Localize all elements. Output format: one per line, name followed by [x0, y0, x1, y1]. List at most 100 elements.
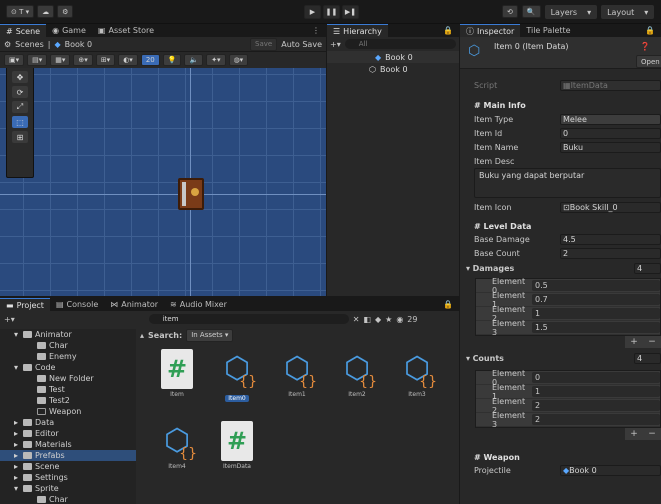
rect-tool-icon[interactable]: ⬚: [12, 116, 28, 128]
render-mode-dropdown[interactable]: ▤▾: [27, 54, 48, 66]
mode-2d-button[interactable]: 20: [140, 54, 160, 66]
tab-hierarchy[interactable]: ☰ Hierarchy: [327, 24, 388, 37]
folder-tree-item[interactable]: ▾ Code: [0, 362, 136, 373]
base-count-field[interactable]: 2: [560, 248, 661, 259]
add-asset-button[interactable]: +▾: [4, 315, 15, 324]
folder-tree-item[interactable]: ▾ Animator: [0, 329, 136, 340]
folder-tree-item[interactable]: Test2: [0, 395, 136, 406]
asset-item[interactable]: ⬡{} Item0: [208, 349, 266, 402]
lock-icon[interactable]: 🔒: [437, 298, 459, 311]
asset-item[interactable]: # ItemData: [208, 421, 266, 470]
asset-item[interactable]: ⬡{} Item3: [388, 349, 446, 398]
item-type-dropdown[interactable]: Melee: [560, 114, 661, 125]
shading-dropdown[interactable]: ◐▾: [118, 54, 138, 66]
folder-tree-item[interactable]: ▸ Materials: [0, 439, 136, 450]
scene-viewport[interactable]: ✋ ✥ ⟳ ⤢ ⬚ ⊞: [0, 68, 326, 296]
chevron-right-icon[interactable]: ▸: [14, 451, 20, 460]
help-icon[interactable]: ❓: [640, 42, 650, 51]
breadcrumb-item[interactable]: Book 0: [65, 40, 93, 49]
folder-tree-item[interactable]: New Folder: [0, 373, 136, 384]
chevron-right-icon[interactable]: ▸: [14, 462, 20, 471]
filter-type-icon[interactable]: ◧: [363, 315, 371, 324]
counts-foldout[interactable]: ▾ Counts: [466, 352, 653, 365]
audio-icon[interactable]: 🔈: [184, 54, 204, 66]
play-button[interactable]: ▶: [304, 5, 321, 19]
tab-tile-palette[interactable]: Tile Palette: [520, 24, 576, 37]
folder-tree-item[interactable]: ▾ Sprite: [0, 483, 136, 494]
remove-element-button[interactable]: −: [648, 337, 656, 347]
folder-tree-item[interactable]: Char: [0, 340, 136, 351]
tab-console[interactable]: ▤ Console: [50, 298, 104, 311]
tab-inspector[interactable]: ⓘ Inspector: [460, 24, 521, 37]
transform-tool-icon[interactable]: ⊞: [12, 131, 28, 143]
lighting-icon[interactable]: 💡: [162, 54, 182, 66]
array-element-field[interactable]: 1: [532, 308, 660, 319]
asset-item[interactable]: # Item: [148, 349, 206, 398]
folder-tree-item[interactable]: Char: [0, 494, 136, 504]
folder-tree-item[interactable]: ▸ Prefabs: [0, 450, 136, 461]
array-element-field[interactable]: 0.7: [532, 294, 660, 305]
project-search-input[interactable]: item: [148, 314, 349, 324]
asset-item[interactable]: ⬡{} Item1: [268, 349, 326, 398]
tab-asset-store[interactable]: ▣ Asset Store: [92, 24, 160, 37]
collab-icon[interactable]: ⚙: [57, 5, 74, 18]
add-element-button[interactable]: +: [630, 429, 638, 439]
folder-tree-item[interactable]: ▸ Scene: [0, 461, 136, 472]
history-icon[interactable]: ⟲: [502, 5, 518, 18]
tab-animator[interactable]: ⋈ Animator: [104, 298, 164, 311]
pivot-icon[interactable]: ⊕▾: [73, 54, 93, 66]
cloud-icon[interactable]: ☁: [37, 5, 55, 18]
tab-game[interactable]: ◉ Game: [46, 24, 92, 37]
hierarchy-search-input[interactable]: All: [344, 39, 456, 49]
chevron-down-icon[interactable]: ▾: [14, 330, 20, 339]
book-sprite[interactable]: [178, 178, 204, 210]
array-element-field[interactable]: 2: [532, 400, 660, 411]
add-element-button[interactable]: +: [630, 337, 638, 347]
panel-menu-icon[interactable]: ⋮: [306, 24, 326, 37]
hidden-objects-icon[interactable]: ◍▾: [228, 54, 249, 66]
folder-tree-item[interactable]: Weapon: [0, 406, 136, 417]
chevron-right-icon[interactable]: ▸: [14, 429, 20, 438]
tab-project[interactable]: ▬ Project: [0, 298, 50, 311]
chevron-down-icon[interactable]: ▾: [14, 363, 20, 372]
breadcrumb-scenes[interactable]: Scenes: [15, 40, 44, 49]
chevron-right-icon[interactable]: ▸: [14, 440, 20, 449]
remove-element-button[interactable]: −: [648, 429, 656, 439]
search-icon[interactable]: 🔍: [521, 5, 541, 18]
hierarchy-row-root[interactable]: ◆ Book 0: [327, 51, 459, 63]
clear-search-icon[interactable]: ✕: [353, 315, 360, 324]
array-element-field[interactable]: 0: [532, 372, 660, 383]
base-damage-field[interactable]: 4.5: [560, 234, 661, 245]
move-tool-icon[interactable]: ✥: [12, 71, 28, 83]
damages-foldout[interactable]: ▾ Damages: [466, 262, 653, 275]
projectile-field[interactable]: ◆ Book 0: [560, 465, 661, 476]
tab-audio-mixer[interactable]: ≋ Audio Mixer: [164, 298, 233, 311]
filter-label-icon[interactable]: ◆: [375, 315, 381, 324]
add-button[interactable]: +▾: [330, 40, 341, 49]
global-icon[interactable]: ⊞▾: [95, 54, 116, 66]
array-element-field[interactable]: 1.5: [532, 322, 660, 333]
effects-icon[interactable]: ✦▾: [206, 54, 226, 66]
lock-icon[interactable]: 🔒: [639, 24, 661, 37]
layout-dropdown[interactable]: Layout ▾: [601, 5, 655, 19]
array-element-field[interactable]: 2: [532, 414, 660, 425]
folder-tree-item[interactable]: ▸ Settings: [0, 472, 136, 483]
scale-tool-icon[interactable]: ⤢: [12, 101, 28, 113]
draw-mode-dropdown[interactable]: ▣▾: [4, 54, 25, 66]
hierarchy-row-child[interactable]: ⬡ Book 0: [327, 63, 459, 75]
folder-tree-item[interactable]: Test: [0, 384, 136, 395]
account-dropdown[interactable]: ⊙ T ▾: [6, 5, 35, 18]
favorite-icon[interactable]: ★: [385, 315, 392, 324]
folder-tree-item[interactable]: ▸ Editor: [0, 428, 136, 439]
open-button[interactable]: Open: [636, 55, 661, 68]
counts-size-field[interactable]: 4: [634, 353, 661, 364]
pause-button[interactable]: ❚❚: [323, 5, 340, 19]
chevron-down-icon[interactable]: ▾: [14, 484, 20, 493]
item-icon-field[interactable]: ⊡ Book Skill_0: [560, 202, 661, 213]
folder-tree-item[interactable]: Enemy: [0, 351, 136, 362]
auto-save-label[interactable]: Auto Save: [281, 40, 322, 49]
tab-scene[interactable]: # Scene: [0, 24, 47, 37]
chevron-right-icon[interactable]: ▸: [14, 473, 20, 482]
save-button[interactable]: Save: [250, 37, 278, 51]
hidden-packages-icon[interactable]: ◉: [396, 315, 403, 324]
